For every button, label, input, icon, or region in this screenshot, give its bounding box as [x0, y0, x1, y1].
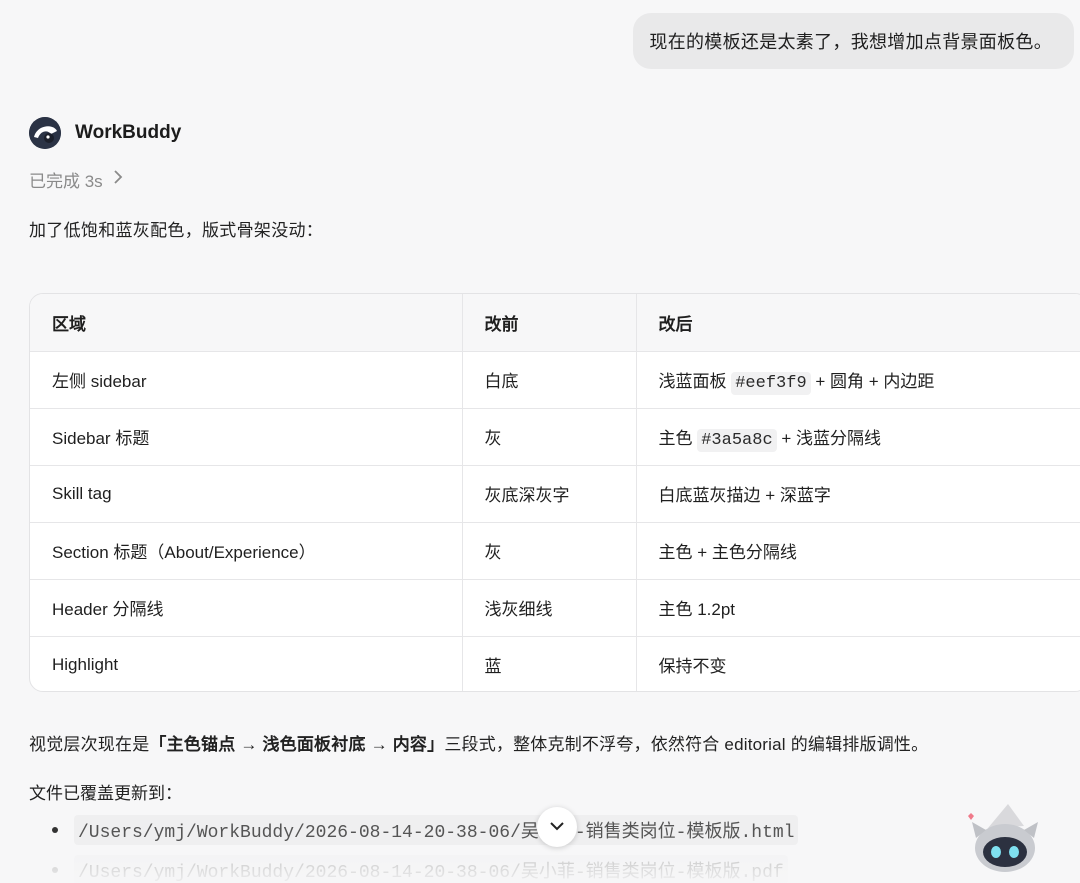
after-text: + 浅蓝分隔线 [776, 428, 882, 448]
after-text: + 圆角 + 内边距 [810, 371, 935, 391]
changes-table: 区域 改前 改后 左侧 sidebar 白底 浅蓝面板 #eef3f9 + 圆角… [29, 293, 1080, 692]
summary-post: 三段式，整体克制不浮夸，依然符合 editorial 的编辑排版调性。 [444, 735, 929, 754]
table-row: Section 标题（About/Experience） 灰 主色 + 主色分隔… [30, 522, 1080, 580]
cell-area: Highlight [30, 636, 463, 691]
cell-after: 保持不变 [658, 657, 727, 677]
cell-before: 浅灰细线 [462, 579, 637, 637]
completion-status[interactable]: 已完成 3s [29, 167, 123, 192]
file-list: /Users/ymj/WorkBuddy/2026-08-14-20-38-06… [52, 815, 799, 883]
cell-area: Header 分隔线 [30, 579, 463, 637]
bullet-dot [52, 867, 58, 873]
chevron-right-icon [113, 170, 123, 189]
bullet-dot [52, 827, 58, 833]
list-item: /Users/ymj/WorkBuddy/2026-08-14-20-38-06… [52, 815, 799, 845]
workbuddy-avatar-icon [29, 117, 61, 149]
table-row: 左侧 sidebar 白底 浅蓝面板 #eef3f9 + 圆角 + 内边距 [30, 351, 1080, 409]
cell-area: Sidebar 标题 [30, 408, 463, 466]
scroll-to-bottom-button[interactable] [537, 807, 577, 847]
summary-text: 视觉层次现在是「主色锚点 → 浅色面板衬底 → 内容」三段式，整体克制不浮夸，依… [29, 730, 928, 755]
color-code: #eef3f9 [731, 371, 811, 395]
table-header: 区域 [30, 294, 463, 352]
cell-before: 灰 [462, 408, 637, 466]
after-text: 浅蓝面板 [658, 371, 732, 391]
table-row: Header 分隔线 浅灰细线 主色 1.2pt [30, 579, 1080, 637]
cell-after: 白底蓝灰描边 + 深蓝字 [636, 465, 1080, 523]
cell-after: 主色 #3a5a8c + 浅蓝分隔线 [636, 408, 1080, 466]
files-title: 文件已覆盖更新到： [29, 784, 182, 803]
cell-before: 蓝 [462, 636, 637, 691]
cell-before: 灰 [462, 522, 637, 580]
robot-cat-mascot-icon[interactable] [958, 798, 1048, 878]
chevron-down-icon [549, 818, 565, 836]
cell-area: Skill tag [30, 465, 463, 523]
agent-header: WorkBuddy [29, 117, 181, 149]
cell-after: 主色 + 主色分隔线 [636, 522, 1080, 580]
table-row: Skill tag 灰底深灰字 白底蓝灰描边 + 深蓝字 [30, 465, 1080, 523]
summary-bold: 「主色锚点 → 浅色面板衬底 → 内容」 [149, 735, 445, 754]
list-item: /Users/ymj/WorkBuddy/2026-08-14-20-38-06… [52, 855, 798, 883]
cell-after: 主色 1.2pt [636, 579, 1080, 637]
status-text: 已完成 3s [29, 172, 103, 191]
color-code: #3a5a8c [697, 428, 777, 452]
cell-area: 左侧 sidebar [30, 351, 463, 409]
cell-after: 浅蓝面板 #eef3f9 + 圆角 + 内边距 [636, 351, 1080, 409]
cell-area: Section 标题（About/Experience） [30, 522, 463, 580]
agent-name: WorkBuddy [75, 122, 182, 143]
table-header-row: 区域 改前 改后 [30, 294, 1080, 352]
user-message-bubble: 现在的模板还是太素了，我想增加点背景面板色。 [633, 13, 1074, 69]
table-header: 改后 [636, 294, 1080, 352]
table-header: 改前 [462, 294, 637, 352]
file-path[interactable]: /Users/ymj/WorkBuddy/2026-08-14-20-38-06… [74, 855, 788, 883]
table-row: Sidebar 标题 灰 主色 #3a5a8c + 浅蓝分隔线 [30, 408, 1080, 466]
summary-pre: 视觉层次现在是 [29, 735, 150, 754]
cell-before: 灰底深灰字 [462, 465, 637, 523]
file-path[interactable]: /Users/ymj/WorkBuddy/2026-08-14-20-38-06… [74, 815, 799, 845]
table-row: Highlight 蓝 保持不变 [30, 636, 1080, 691]
after-text: 主色 [658, 428, 698, 448]
intro-text: 加了低饱和蓝灰配色，版式骨架没动： [29, 221, 324, 240]
user-message-text: 现在的模板还是太素了，我想增加点背景面板色。 [649, 32, 1052, 52]
cell-before: 白底 [462, 351, 637, 409]
